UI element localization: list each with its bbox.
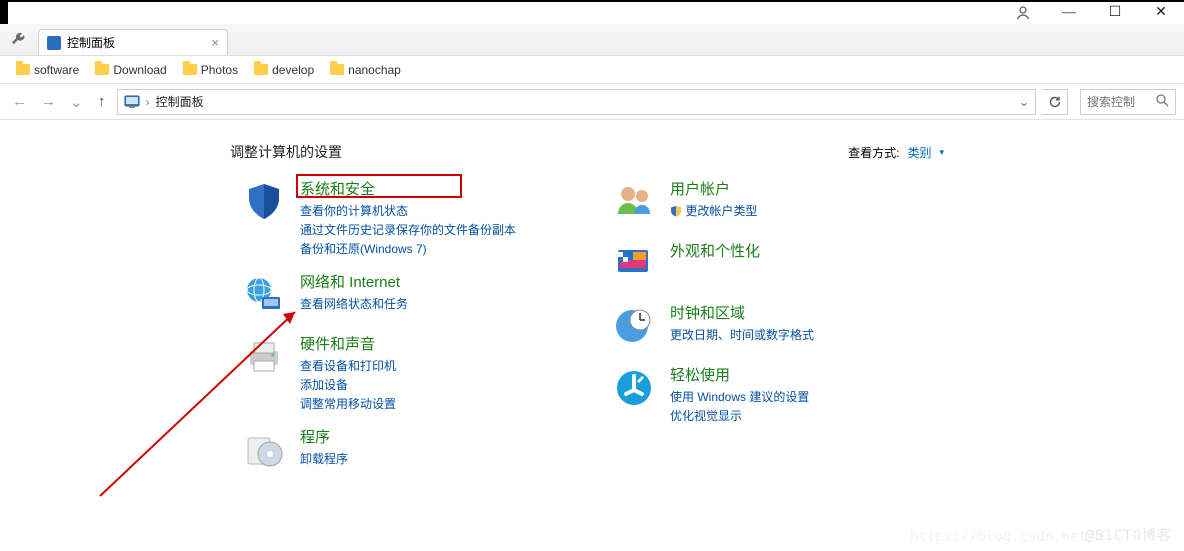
category-appearance: 外观和个性化 [610,242,940,290]
search-input[interactable] [1087,95,1145,109]
chevron-down-icon[interactable]: ▾ [939,147,944,158]
category-link[interactable]: 调整常用移动设置 [300,395,396,414]
category-heading[interactable]: 程序 [300,429,330,446]
personalization-icon [610,242,658,290]
category-link[interactable]: 查看设备和打印机 [300,357,396,376]
up-button[interactable]: ↑ [93,91,111,112]
viewmode-value[interactable]: 类别 [907,144,931,161]
bookmark-label: Photos [201,63,238,77]
viewmode-label: 查看方式: [848,144,899,161]
folder-icon [16,64,30,75]
address-bar[interactable]: › 控制面板 ⌄ [117,89,1036,115]
recent-dropdown[interactable]: ⌄ [66,91,87,113]
category-programs: 程序 卸载程序 [240,428,570,476]
bookmark-item[interactable]: nanochap [324,61,407,79]
category-link[interactable]: 查看你的计算机状态 [300,202,516,221]
folder-icon [183,64,197,75]
wrench-icon[interactable] [10,30,28,51]
view-mode: 查看方式: 类别 ▾ [848,144,1144,161]
category-link[interactable]: 更改帐户类型 [670,202,757,221]
window-controls: — ☐ ✕ [1000,2,1184,24]
bookmark-item[interactable]: software [10,61,85,79]
tab-close-button[interactable]: × [211,35,219,50]
category-heading[interactable]: 轻松使用 [670,367,730,384]
bookmark-label: develop [272,63,314,77]
bookmark-item[interactable]: Photos [177,61,244,79]
refresh-button[interactable] [1042,89,1068,115]
titlebar-accent [0,2,8,24]
page-title: 调整计算机的设置 [230,142,342,162]
category-user-accounts: 用户帐户 更改帐户类型 [610,180,940,228]
shield-icon [240,180,288,228]
bookmarks-bar: software Download Photos develop nanocha… [0,56,1184,84]
category-link[interactable]: 更改日期、时间或数字格式 [670,326,814,345]
bookmark-label: software [34,63,79,77]
ease-of-access-icon [610,366,658,414]
left-column: 系统和安全 查看你的计算机状态 通过文件历史记录保存你的文件备份副本 备份和还原… [240,180,570,490]
tab-favicon [47,36,61,50]
tab-title: 控制面板 [67,34,115,51]
watermark: @51CTO博客 [1085,525,1172,545]
clock-globe-icon [610,304,658,352]
category-ease-of-access: 轻松使用 使用 Windows 建议的设置 优化视觉显示 [610,366,940,426]
category-link[interactable]: 通过文件历史记录保存你的文件备份副本 [300,221,516,240]
folder-icon [254,64,268,75]
watermark-url: https://blog.csdn.net/M [910,529,1104,545]
maximize-button[interactable]: ☐ [1092,2,1138,24]
category-system-security: 系统和安全 查看你的计算机状态 通过文件历史记录保存你的文件备份副本 备份和还原… [240,180,570,259]
search-box[interactable] [1080,89,1176,115]
category-link[interactable]: 添加设备 [300,376,396,395]
content-header: 调整计算机的设置 查看方式: 类别 ▾ [0,142,1184,180]
category-heading[interactable]: 网络和 Internet [300,274,400,291]
category-heading[interactable]: 用户帐户 [670,181,730,198]
category-link[interactable]: 卸载程序 [300,450,348,469]
browser-tab[interactable]: 控制面板 × [38,29,228,55]
category-link[interactable]: 备份和还原(Windows 7) [300,240,516,259]
title-bar: — ☐ ✕ [0,0,1184,24]
explorer-nav-row: ← → ⌄ ↑ › 控制面板 ⌄ [0,84,1184,120]
folder-icon [330,64,344,75]
printer-icon [240,335,288,383]
category-heading[interactable]: 时钟和区域 [670,305,745,322]
category-heading[interactable]: 系统和安全 [300,181,375,198]
back-button[interactable]: ← [8,91,31,112]
user-icon[interactable] [1000,2,1046,24]
bookmark-item[interactable]: develop [248,61,320,79]
bookmark-label: Download [113,63,166,77]
forward-button[interactable]: → [37,91,60,112]
category-link[interactable]: 使用 Windows 建议的设置 [670,388,809,407]
users-icon [610,180,658,228]
breadcrumb-current[interactable]: 控制面板 [156,93,204,110]
bookmark-label: nanochap [348,63,401,77]
address-dropdown[interactable]: ⌄ [1019,95,1029,109]
link-text: 更改帐户类型 [685,204,757,218]
category-link[interactable]: 优化视觉显示 [670,407,809,426]
minimize-button[interactable]: — [1046,2,1092,24]
category-heading[interactable]: 外观和个性化 [670,243,760,260]
folder-icon [95,64,109,75]
control-panel-icon [124,95,140,109]
search-icon[interactable] [1156,94,1169,110]
right-column: 用户帐户 更改帐户类型 [610,180,940,490]
uac-shield-icon [670,205,682,217]
control-panel-content: 调整计算机的设置 查看方式: 类别 ▾ 系统和安全 查看你的计算机状态 [0,120,1184,551]
category-hardware-sound: 硬件和声音 查看设备和打印机 添加设备 调整常用移动设置 [240,335,570,414]
breadcrumb-sep: › [146,95,150,109]
category-heading[interactable]: 硬件和声音 [300,336,375,353]
category-clock-region: 时钟和区域 更改日期、时间或数字格式 [610,304,940,352]
browser-tab-row: 控制面板 × [0,24,1184,56]
globe-network-icon [240,273,288,321]
bookmark-item[interactable]: Download [89,61,172,79]
category-link[interactable]: 查看网络状态和任务 [300,295,408,314]
close-window-button[interactable]: ✕ [1138,2,1184,24]
disc-box-icon [240,428,288,476]
category-network: 网络和 Internet 查看网络状态和任务 [240,273,570,321]
